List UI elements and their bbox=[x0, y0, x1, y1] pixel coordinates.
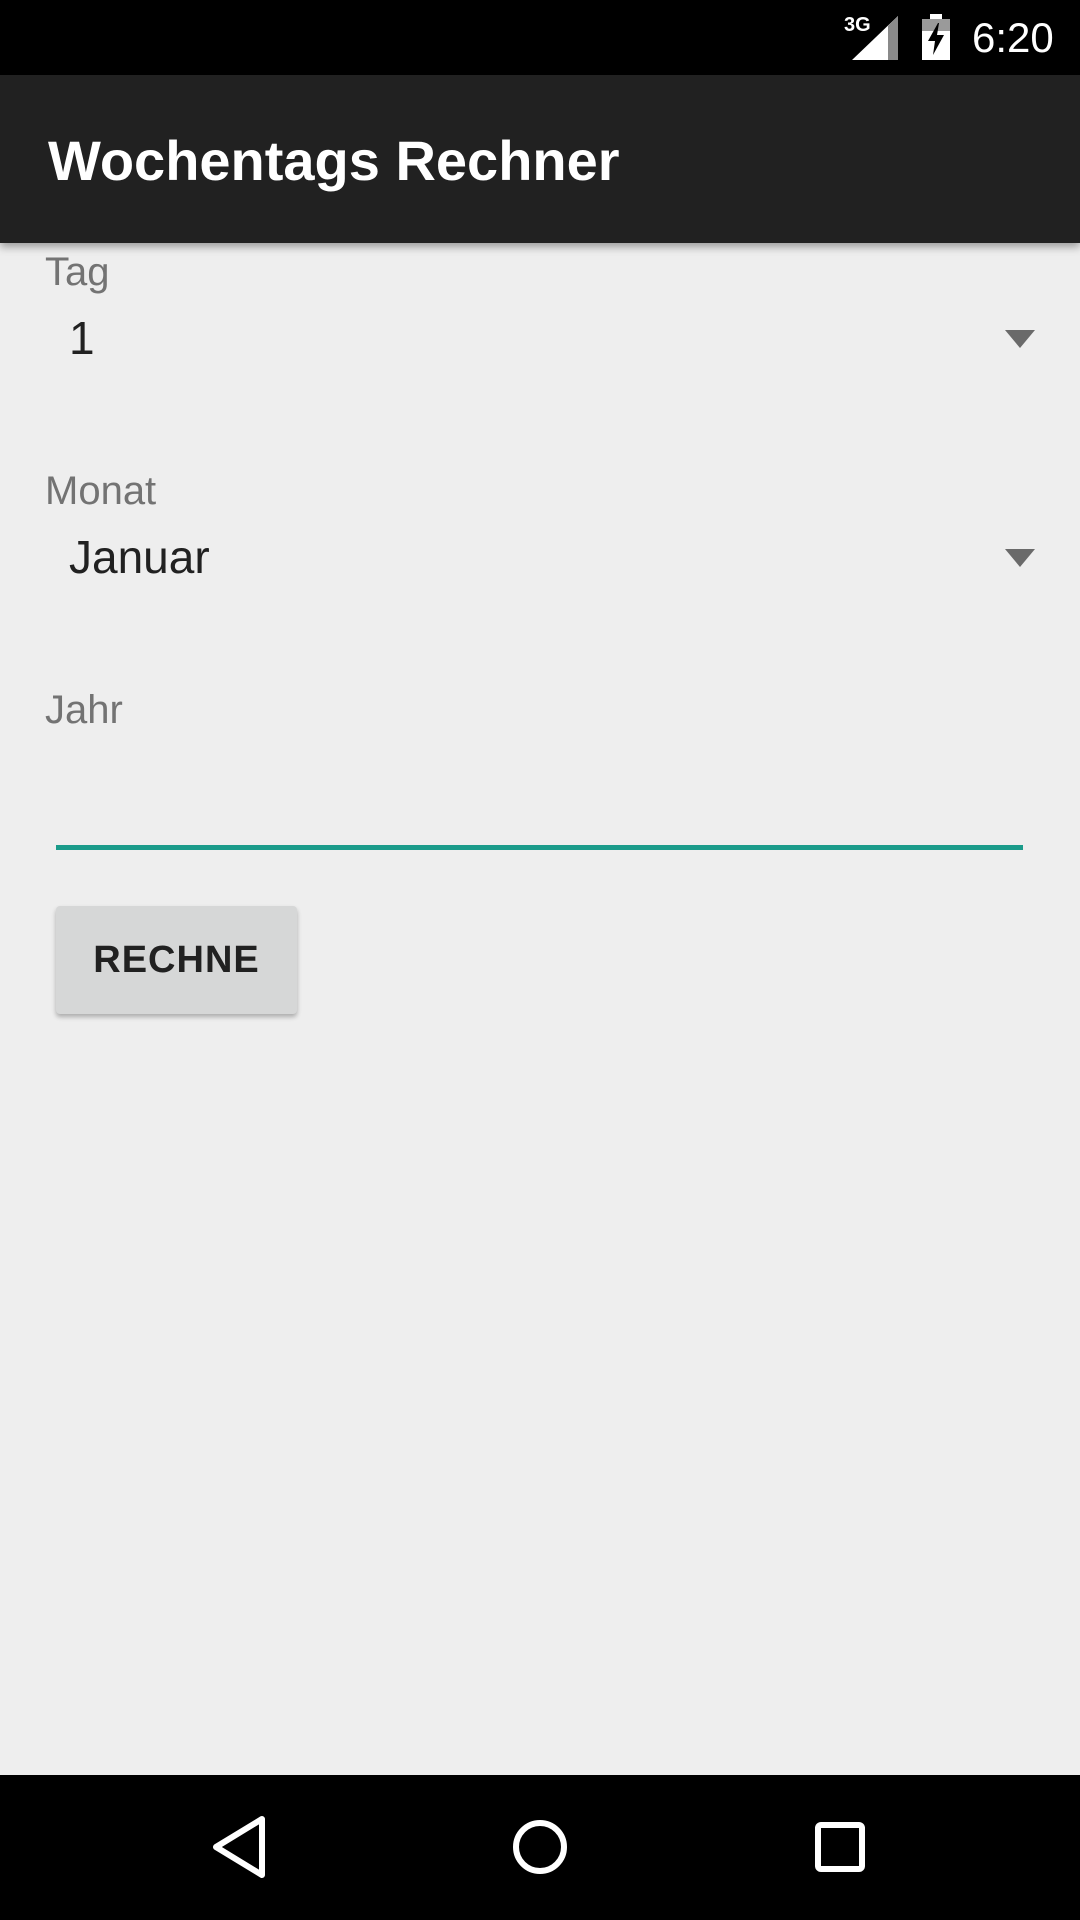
status-clock: 6:20 bbox=[972, 14, 1054, 61]
app-bar: Wochentags Rechner bbox=[0, 75, 1080, 243]
recents-button[interactable] bbox=[790, 1797, 890, 1897]
dropdown-arrow-icon bbox=[1005, 330, 1035, 348]
day-spinner[interactable]: 1 bbox=[45, 296, 1035, 380]
month-label: Monat bbox=[45, 469, 157, 513]
year-label: Jahr bbox=[45, 688, 123, 732]
day-label: Tag bbox=[45, 250, 110, 294]
recents-icon bbox=[815, 1822, 865, 1872]
back-icon bbox=[213, 1816, 265, 1878]
signal-icon bbox=[852, 16, 898, 60]
back-button[interactable] bbox=[190, 1797, 290, 1897]
home-button[interactable] bbox=[490, 1797, 590, 1897]
day-spinner-value: 1 bbox=[69, 312, 95, 364]
month-spinner[interactable]: Januar bbox=[45, 515, 1035, 599]
battery-charging-icon bbox=[922, 14, 950, 60]
navigation-bar bbox=[0, 1775, 1080, 1920]
app-title: Wochentags Rechner bbox=[48, 129, 620, 192]
home-icon bbox=[513, 1820, 567, 1874]
status-bar: 3G 6:20 bbox=[0, 0, 1080, 75]
year-input[interactable] bbox=[56, 760, 1023, 850]
calculate-button[interactable]: RECHNE bbox=[56, 906, 297, 1014]
month-spinner-value: Januar bbox=[69, 531, 210, 583]
dropdown-arrow-icon bbox=[1005, 549, 1035, 567]
